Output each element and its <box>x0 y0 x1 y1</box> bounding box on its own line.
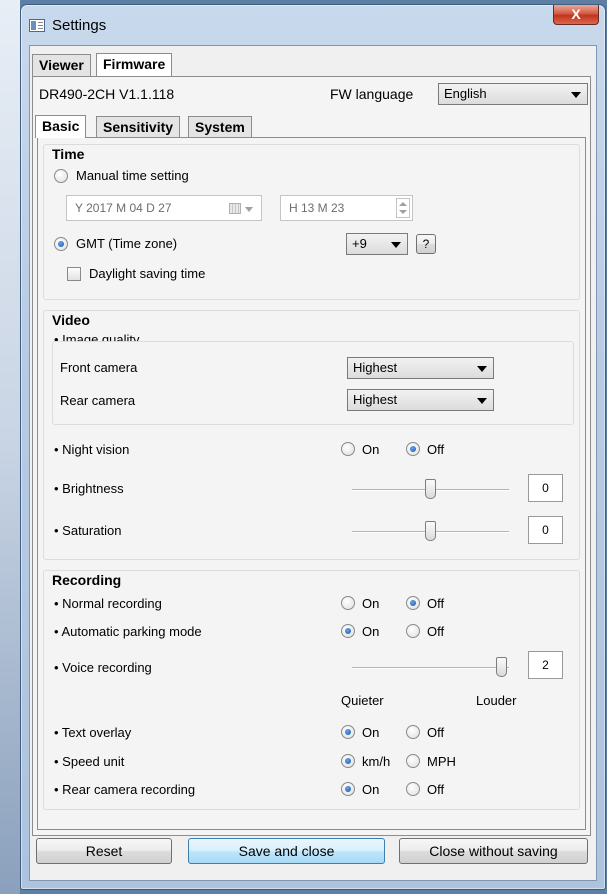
firmware-panel: DR490-2CH V1.1.118 FW language English B… <box>32 76 591 864</box>
reset-button[interactable]: Reset <box>36 838 172 864</box>
parking-mode-off-radio[interactable] <box>406 624 420 638</box>
text-overlay-off-label: Off <box>427 725 445 740</box>
tab-system[interactable]: System <box>188 116 252 138</box>
dropdown-arrow-icon <box>391 242 401 248</box>
quieter-label: Quieter <box>341 693 384 708</box>
normal-recording-off-label: Off <box>427 596 445 611</box>
tab-viewer[interactable]: Viewer <box>32 54 91 76</box>
app-icon <box>29 19 45 32</box>
voice-slider-track[interactable] <box>352 667 509 669</box>
date-field[interactable]: Y 2017 M 04 D 27 <box>66 195 262 221</box>
speed-kmh-label: km/h <box>362 754 391 769</box>
text-overlay-on-radio[interactable] <box>341 725 355 739</box>
dst-label: Daylight saving time <box>89 266 206 281</box>
louder-label: Louder <box>476 693 517 708</box>
close-without-saving-button[interactable]: Close without saving <box>399 838 588 864</box>
saturation-slider-thumb[interactable] <box>425 521 436 541</box>
night-vision-off-radio[interactable] <box>406 442 420 456</box>
model-version: DR490-2CH V1.1.118 <box>39 86 175 102</box>
brightness-label: • Brightness <box>54 481 124 496</box>
dropdown-arrow-icon <box>477 398 487 404</box>
tab-sensitivity[interactable]: Sensitivity <box>96 116 181 138</box>
parking-mode-off-label: Off <box>427 624 445 639</box>
manual-time-radio[interactable] <box>54 169 68 183</box>
window-title: Settings <box>52 17 107 34</box>
calendar-icon <box>229 203 241 214</box>
tab-firmware[interactable]: Firmware <box>96 53 173 76</box>
dropdown-arrow-icon <box>571 92 581 98</box>
close-icon[interactable]: X <box>553 5 599 25</box>
rear-recording-off-radio[interactable] <box>406 782 420 796</box>
gmt-radio[interactable] <box>54 237 68 251</box>
voice-slider-thumb[interactable] <box>496 657 507 677</box>
spinner-icon[interactable] <box>396 198 410 218</box>
voice-recording-label: • Voice recording <box>54 660 152 675</box>
voice-value[interactable]: 2 <box>528 651 563 679</box>
normal-recording-off-radio[interactable] <box>406 596 420 610</box>
gmt-select[interactable]: +9 <box>346 233 408 255</box>
chevron-down-icon <box>245 207 253 212</box>
manual-time-label: Manual time setting <box>76 168 189 183</box>
video-section: Video • Image quality Front camera Highe… <box>43 310 580 560</box>
settings-window: Settings X Viewer Firmware DR490-2CH V1.… <box>20 4 606 890</box>
rear-recording-on-radio[interactable] <box>341 782 355 796</box>
dst-checkbox[interactable] <box>67 267 81 281</box>
time-section: Time Manual time setting Y 2017 M 04 D 2… <box>43 144 580 300</box>
night-vision-off-label: Off <box>427 442 445 457</box>
title-bar[interactable]: Settings X <box>21 5 605 45</box>
window-client: Viewer Firmware DR490-2CH V1.1.118 FW la… <box>29 45 597 881</box>
normal-recording-on-radio[interactable] <box>341 596 355 610</box>
speed-mph-radio[interactable] <box>406 754 420 768</box>
rear-camera-select[interactable]: Highest <box>347 389 494 411</box>
saturation-label: • Saturation <box>54 523 122 538</box>
tab-basic[interactable]: Basic <box>35 115 87 138</box>
parking-mode-on-label: On <box>362 624 380 639</box>
time-title: Time <box>52 146 85 162</box>
save-and-close-button[interactable]: Save and close <box>188 838 385 864</box>
brightness-value[interactable]: 0 <box>528 474 563 502</box>
front-camera-label: Front camera <box>60 360 138 375</box>
parking-mode-on-radio[interactable] <box>341 624 355 638</box>
fw-language-label: FW language <box>330 86 414 102</box>
front-camera-value: Highest <box>353 360 398 375</box>
fw-language-select[interactable]: English <box>438 83 588 105</box>
time-value: H 13 M 23 <box>289 201 345 215</box>
dropdown-arrow-icon <box>477 366 487 372</box>
speed-kmh-radio[interactable] <box>341 754 355 768</box>
desktop-background <box>0 0 20 894</box>
timezone-help-button[interactable]: ? <box>416 234 436 254</box>
date-value: Y 2017 M 04 D 27 <box>75 201 172 215</box>
fw-language-value: English <box>444 86 487 101</box>
night-vision-label: • Night vision <box>54 442 130 457</box>
text-overlay-off-radio[interactable] <box>406 725 420 739</box>
image-quality-group: Front camera Highest Rear camera Highest <box>52 341 574 425</box>
rear-recording-on-label: On <box>362 782 380 797</box>
rear-camera-label: Rear camera <box>60 393 136 408</box>
front-camera-select[interactable]: Highest <box>347 357 494 379</box>
night-vision-on-radio[interactable] <box>341 442 355 456</box>
speed-mph-label: MPH <box>427 754 456 769</box>
time-field[interactable]: H 13 M 23 <box>280 195 413 221</box>
rear-camera-value: Highest <box>353 392 398 407</box>
night-vision-on-label: On <box>362 442 380 457</box>
text-overlay-label: • Text overlay <box>54 725 132 740</box>
normal-recording-on-label: On <box>362 596 380 611</box>
parking-mode-label: • Automatic parking mode <box>54 624 202 639</box>
video-title: Video <box>52 312 90 328</box>
gmt-value: +9 <box>352 236 367 251</box>
recording-section: Recording • Normal recording On Off • Au… <box>43 570 580 810</box>
recording-title: Recording <box>52 572 122 588</box>
normal-recording-label: • Normal recording <box>54 596 162 611</box>
saturation-value[interactable]: 0 <box>528 516 563 544</box>
brightness-slider-thumb[interactable] <box>425 479 436 499</box>
rear-recording-label: • Rear camera recording <box>54 782 196 797</box>
basic-panel: Time Manual time setting Y 2017 M 04 D 2… <box>37 137 586 830</box>
speed-unit-label: • Speed unit <box>54 754 125 769</box>
text-overlay-on-label: On <box>362 725 380 740</box>
rear-recording-off-label: Off <box>427 782 445 797</box>
gmt-label: GMT (Time zone) <box>76 236 178 251</box>
